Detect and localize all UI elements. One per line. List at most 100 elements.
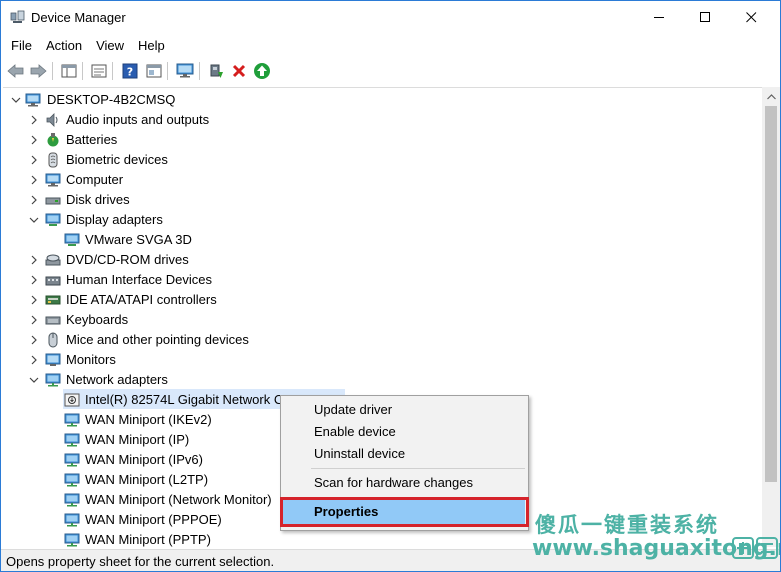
menu-item-update-driver[interactable]: Update driver bbox=[281, 399, 528, 421]
network-adapter-icon bbox=[64, 493, 80, 507]
menu-separator bbox=[311, 468, 525, 469]
toolbar-separator bbox=[82, 62, 83, 80]
menu-view[interactable]: View bbox=[89, 36, 131, 56]
menu-action[interactable]: Action bbox=[39, 36, 89, 56]
chevron-right-icon[interactable] bbox=[28, 194, 40, 206]
network-adapter-icon bbox=[64, 513, 80, 527]
enable-icon bbox=[254, 63, 270, 79]
network-adapter-icon bbox=[64, 533, 80, 547]
chevron-right-icon[interactable] bbox=[28, 354, 40, 366]
enable-device-button[interactable] bbox=[252, 61, 272, 81]
back-button[interactable] bbox=[6, 61, 26, 81]
monitor-icon bbox=[45, 353, 61, 366]
mouse-icon bbox=[48, 332, 58, 348]
menu-item-uninstall-device[interactable]: Uninstall device bbox=[281, 443, 528, 465]
menu-file[interactable]: File bbox=[1, 36, 39, 56]
forward-icon bbox=[30, 64, 47, 78]
view-icon bbox=[146, 64, 162, 78]
tree-item-network-adapters[interactable]: Network adapters bbox=[66, 370, 168, 390]
chevron-right-icon[interactable] bbox=[28, 294, 40, 306]
chevron-down-icon[interactable] bbox=[10, 94, 22, 106]
menu-item-enable-device[interactable]: Enable device bbox=[281, 421, 528, 443]
scan-hardware-button[interactable] bbox=[175, 61, 195, 81]
chevron-right-icon[interactable] bbox=[28, 134, 40, 146]
chevron-right-icon[interactable] bbox=[28, 114, 40, 126]
maximize-icon bbox=[699, 11, 710, 22]
minimize-button[interactable] bbox=[636, 1, 682, 33]
tree-item-wan-network-monitor[interactable]: WAN Miniport (Network Monitor) bbox=[85, 490, 272, 510]
chevron-right-icon[interactable] bbox=[28, 254, 40, 266]
scroll-thumb[interactable] bbox=[765, 106, 777, 482]
chevron-right-icon[interactable] bbox=[28, 154, 40, 166]
properties-callout-frame bbox=[280, 497, 529, 527]
dvd-icon bbox=[45, 254, 61, 266]
tree-item-disk-drives[interactable]: Disk drives bbox=[66, 190, 130, 210]
watermark-logo-icon bbox=[732, 537, 778, 559]
update-driver-button[interactable] bbox=[206, 61, 226, 81]
tree-item-intel-adapter[interactable]: Intel(R) 82574L Gigabit Network C bbox=[85, 390, 283, 410]
menu-help[interactable]: Help bbox=[131, 36, 172, 56]
device-manager-app-icon bbox=[10, 10, 25, 23]
tree-item-vmware-svga[interactable]: VMware SVGA 3D bbox=[85, 230, 192, 250]
tree-item-hid[interactable]: Human Interface Devices bbox=[66, 270, 212, 290]
uninstall-device-button[interactable] bbox=[229, 61, 249, 81]
status-text: Opens property sheet for the current sel… bbox=[6, 554, 275, 569]
tree-item-batteries[interactable]: Batteries bbox=[66, 130, 117, 150]
tree-item-wan-l2tp[interactable]: WAN Miniport (L2TP) bbox=[85, 470, 208, 490]
watermark-chinese: 傻瓜一键重装系统 bbox=[535, 513, 719, 537]
chevron-right-icon[interactable] bbox=[28, 334, 40, 346]
help-button[interactable]: ? bbox=[120, 61, 140, 81]
tree-item-wan-pptp[interactable]: WAN Miniport (PPTP) bbox=[85, 530, 211, 547]
tree-item-wan-ikev2[interactable]: WAN Miniport (IKEv2) bbox=[85, 410, 212, 430]
display-adapter-icon bbox=[64, 233, 80, 246]
title-bar[interactable]: Device Manager bbox=[1, 1, 780, 34]
view-button[interactable] bbox=[144, 61, 164, 81]
chevron-right-icon[interactable] bbox=[28, 274, 40, 286]
monitor-icon bbox=[176, 63, 194, 78]
help-icon: ? bbox=[122, 63, 138, 79]
computer-icon bbox=[45, 173, 61, 187]
tree-item-wan-pppoe[interactable]: WAN Miniport (PPPOE) bbox=[85, 510, 222, 530]
tree-item-computer[interactable]: Computer bbox=[66, 170, 123, 190]
tree-item-dvd[interactable]: DVD/CD-ROM drives bbox=[66, 250, 189, 270]
battery-icon bbox=[47, 133, 59, 147]
tree-root-label[interactable]: DESKTOP-4B2CMSQ bbox=[47, 90, 175, 110]
properties-button[interactable] bbox=[89, 61, 109, 81]
chevron-up-icon bbox=[766, 93, 776, 99]
tree-item-monitors[interactable]: Monitors bbox=[66, 350, 116, 370]
tree-item-audio[interactable]: Audio inputs and outputs bbox=[66, 110, 209, 130]
tree-item-mice[interactable]: Mice and other pointing devices bbox=[66, 330, 249, 350]
maximize-button[interactable] bbox=[682, 1, 728, 33]
ide-icon bbox=[45, 295, 61, 305]
tree-item-wan-ipv6[interactable]: WAN Miniport (IPv6) bbox=[85, 450, 203, 470]
tree-item-ide[interactable]: IDE ATA/ATAPI controllers bbox=[66, 290, 217, 310]
forward-button[interactable] bbox=[28, 61, 48, 81]
minimize-icon bbox=[653, 16, 664, 18]
chevron-right-icon[interactable] bbox=[28, 314, 40, 326]
svg-text:?: ? bbox=[127, 66, 133, 79]
chevron-right-icon[interactable] bbox=[28, 174, 40, 186]
tree-item-keyboards[interactable]: Keyboards bbox=[66, 310, 128, 330]
speaker-icon bbox=[46, 113, 58, 127]
show-hide-tree-button[interactable] bbox=[59, 61, 79, 81]
tree-item-display-adapters[interactable]: Display adapters bbox=[66, 210, 163, 230]
toolbar: ? bbox=[1, 58, 780, 83]
tree-item-wan-ip[interactable]: WAN Miniport (IP) bbox=[85, 430, 189, 450]
close-button[interactable] bbox=[728, 1, 774, 33]
back-icon bbox=[7, 64, 24, 78]
chevron-down-icon[interactable] bbox=[28, 374, 40, 386]
vertical-scrollbar[interactable] bbox=[762, 87, 780, 547]
show-hide-tree-icon bbox=[61, 64, 77, 78]
scroll-up-button[interactable] bbox=[762, 88, 780, 105]
chevron-down-icon[interactable] bbox=[28, 214, 40, 226]
menu-item-scan-hardware[interactable]: Scan for hardware changes bbox=[281, 472, 528, 494]
update-driver-icon bbox=[210, 64, 223, 78]
tree-item-biometric[interactable]: Biometric devices bbox=[66, 150, 168, 170]
network-adapter-icon bbox=[64, 433, 80, 447]
keyboard-icon bbox=[45, 316, 61, 325]
close-icon bbox=[745, 11, 756, 22]
window-title: Device Manager bbox=[31, 10, 126, 25]
computer-icon bbox=[25, 93, 41, 107]
uninstall-icon bbox=[232, 64, 246, 78]
network-adapter-icon bbox=[64, 413, 80, 427]
